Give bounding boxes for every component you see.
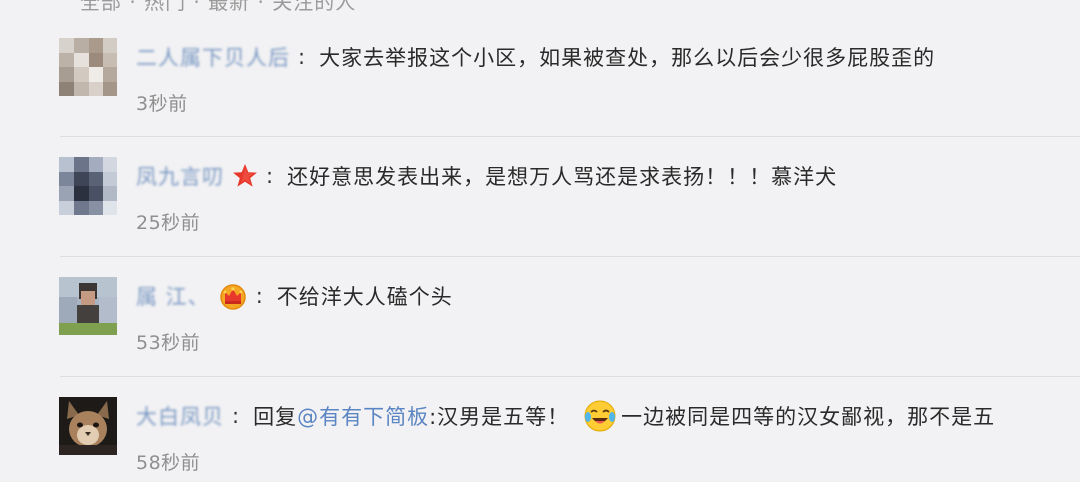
comment-line: 属 江、 : 不给洋大人磕个头 bbox=[136, 280, 453, 312]
comment-text: 不给洋大人磕个头 bbox=[276, 285, 453, 309]
username[interactable]: 属 江、 bbox=[136, 281, 210, 311]
comment-line: 凤九言叨 : 还好意思发表出来，是想万人骂还是求表扬！！！慕洋犬 bbox=[136, 160, 837, 192]
comment-text: 大家去举报这个小区，如果被查处，那么以后会少很多屁股歪的 bbox=[319, 46, 936, 70]
timestamp: 25秒前 bbox=[136, 212, 201, 234]
divider bbox=[60, 136, 1080, 137]
username[interactable]: 大白凤贝 bbox=[136, 401, 224, 431]
comment-item: 大白凤贝 : 回复 @有有下简板 :汉男是五等！ 一边被同是四等的汉女鄙视，那不… bbox=[0, 381, 1080, 482]
crown-badge-icon bbox=[218, 281, 248, 311]
comment-item: 二人属下贝人后 : 大家去举报这个小区，如果被查处，那么以后会少很多屁股歪的 3… bbox=[0, 22, 1080, 142]
username[interactable]: 凤九言叨 bbox=[136, 161, 224, 191]
divider bbox=[60, 376, 1080, 377]
comment-text: :汉男是五等！ bbox=[429, 405, 570, 429]
red-star-icon bbox=[232, 163, 258, 189]
filter-tabs[interactable]: 全部 · 热门 · 最新 · 关注的人 bbox=[80, 0, 356, 14]
avatar[interactable] bbox=[59, 397, 117, 455]
comment-item: 属 江、 : 不给洋大人磕个头 53秒前 bbox=[0, 261, 1080, 381]
mention-link[interactable]: @有有下简板 bbox=[297, 401, 429, 431]
avatar[interactable] bbox=[59, 277, 117, 335]
comment-text-continued: 一边被同是四等的汉女鄙视，那不是五 bbox=[621, 405, 996, 429]
comment-list-page: 全部 · 热门 · 最新 · 关注的人 二人属下贝人后: 大家去举报这个小区，… bbox=[0, 0, 1080, 482]
username[interactable]: 二人属下贝人后 bbox=[136, 42, 290, 72]
timestamp: 58秒前 bbox=[136, 452, 201, 474]
laughing-crying-emoji-icon bbox=[583, 399, 617, 433]
comment-text: 还好意思发表出来，是想万人骂还是求表扬！！！慕洋犬 bbox=[287, 165, 838, 189]
avatar[interactable] bbox=[59, 38, 117, 96]
comment-line: 大白凤贝 : 回复 @有有下简板 :汉男是五等！ 一边被同是四等的汉女鄙视，那不… bbox=[136, 400, 995, 432]
comment-line: 二人属下贝人后 : 大家去举报这个小区，如果被查处，那么以后会少很多屁股歪的 bbox=[136, 41, 935, 73]
divider bbox=[60, 256, 1080, 257]
timestamp: 3秒前 bbox=[136, 93, 188, 115]
timestamp: 53秒前 bbox=[136, 332, 201, 354]
comment-item: 凤九言叨 : 还好意思发表出来，是想万人骂还是求表扬！！！慕洋犬 25秒前 bbox=[0, 141, 1080, 261]
avatar[interactable] bbox=[59, 157, 117, 215]
reply-prefix: 回复 bbox=[253, 405, 298, 429]
